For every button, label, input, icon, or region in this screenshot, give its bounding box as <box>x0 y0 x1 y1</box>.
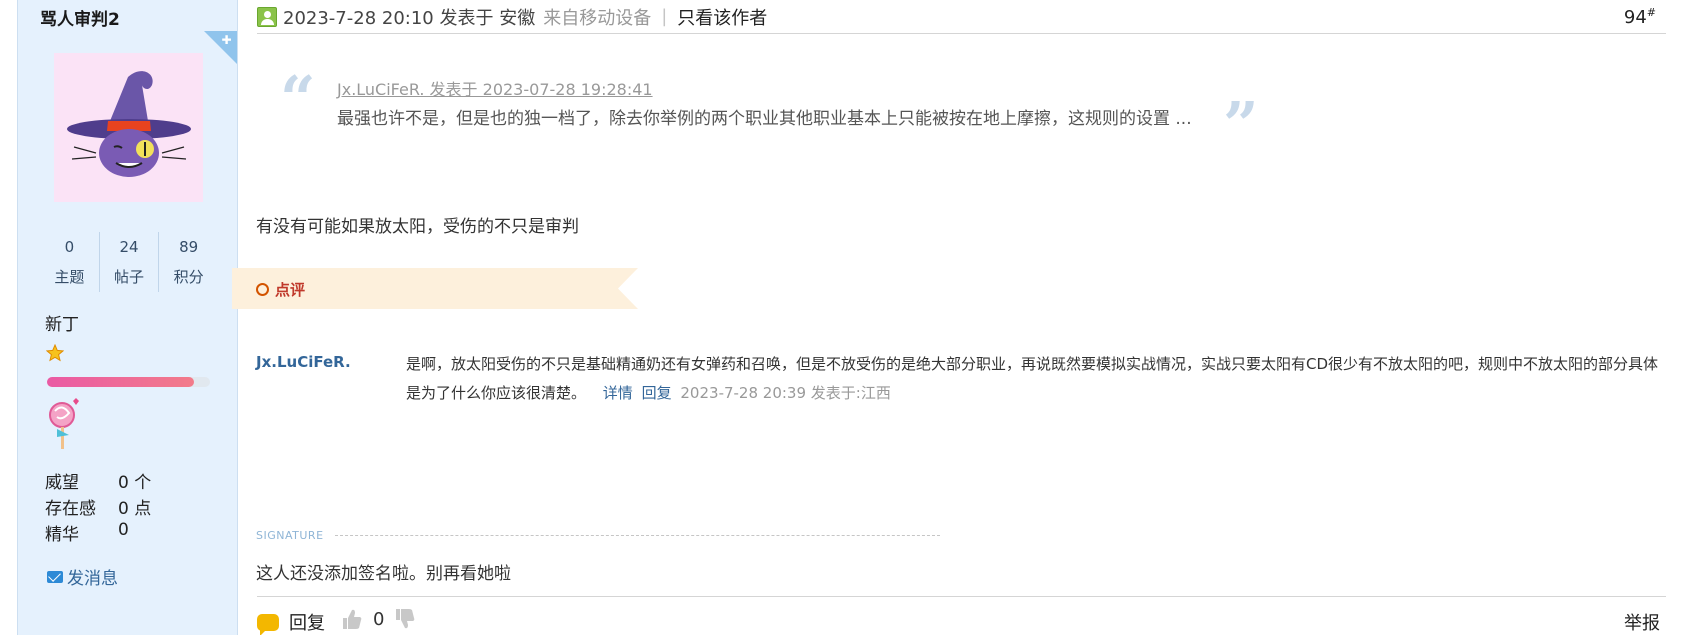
stat-points-value: 89 <box>179 238 199 256</box>
post-footer: 回复 0 举报 <box>257 596 1666 635</box>
thumb-up-icon[interactable] <box>341 607 363 631</box>
user-rank: 新丁 <box>45 315 79 335</box>
signature-divider <box>335 535 940 536</box>
author-sidebar: 骂人审判2 ✚ 0 主题 24 帖子 89 积分 新丁 威望 0 个 存在感 0… <box>17 0 238 635</box>
info-presence-label: 存在感 <box>45 499 96 519</box>
comment-detail-link[interactable]: 详情 <box>603 384 633 402</box>
signature-label: SIGNATURE <box>256 529 324 542</box>
quote-open-mark: “ <box>280 62 316 135</box>
thumb-down-icon[interactable] <box>394 607 416 631</box>
comment-ring-icon <box>256 283 269 296</box>
info-prestige: 威望 0 个 <box>45 468 151 493</box>
comment-user-link[interactable]: Jx.LuCiFeR. <box>256 353 351 371</box>
avatar[interactable] <box>54 53 203 202</box>
author-name[interactable]: 骂人审判2 <box>40 5 120 30</box>
stat-posts-value: 24 <box>119 238 139 256</box>
info-digest-label: 精华 <box>45 525 79 545</box>
lollipop-medal-icon[interactable] <box>45 397 83 452</box>
stat-topics[interactable]: 0 主题 <box>40 232 100 292</box>
author-stats: 0 主题 24 帖子 89 积分 <box>40 232 218 292</box>
signature-text: 这人还没添加签名啦。别再看她啦 <box>256 564 511 584</box>
stat-topics-value: 0 <box>64 238 75 256</box>
quote-text: 最强也许不是，但是也的独一档了，除去你举例的两个职业其他职业基本上只能被按在地上… <box>337 109 1192 129</box>
send-message-label: 发消息 <box>67 569 118 589</box>
quote-close-mark: ” <box>1223 88 1259 161</box>
info-prestige-label: 威望 <box>45 473 79 493</box>
info-digest: 精华 0 <box>45 520 129 545</box>
reply-bubble-icon <box>257 613 279 635</box>
only-author-link[interactable]: 只看该作者 <box>677 4 767 30</box>
comments-section-label: 点评 <box>256 279 305 300</box>
info-presence: 存在感 0 点 <box>45 494 151 519</box>
floor-number-value: 94 <box>1623 7 1647 28</box>
comments-ribbon: 点评 <box>232 268 638 309</box>
post-message: 有没有可能如果放太阳，受伤的不只是审判 <box>256 217 579 237</box>
info-prestige-value: 0 个 <box>118 473 152 493</box>
witch-cat-avatar-icon <box>67 71 191 177</box>
post-header: 2023-7-28 20:10 发表于 安徽 来自移动设备 | 只看该作者 94… <box>257 0 1666 34</box>
user-online-icon <box>257 6 277 27</box>
mail-icon <box>47 570 63 583</box>
comment-body: 是啊，放太阳受伤的不只是基础精通奶还有女弹药和召唤，但是不放受伤的是绝大部分职业… <box>406 350 1666 408</box>
post-source: 来自移动设备 <box>543 7 652 29</box>
post-time: 2023-7-28 20:10 发表于 安徽 <box>283 7 536 29</box>
info-presence-value: 0 点 <box>118 499 152 519</box>
send-message-link[interactable]: 发消息 <box>47 564 118 589</box>
stat-points[interactable]: 89 积分 <box>159 232 218 292</box>
quote-author-link[interactable]: Jx.LuCiFeR. 发表于 2023-07-28 19:28:41 <box>337 76 653 100</box>
floor-number[interactable]: 94# <box>1624 6 1656 28</box>
forum-post: 骂人审判2 ✚ 0 主题 24 帖子 89 积分 新丁 威望 0 个 存在感 0… <box>0 0 1693 635</box>
rank-progress-fill <box>47 377 194 387</box>
reply-label: 回复 <box>289 613 325 634</box>
info-digest-value: 0 <box>118 520 129 540</box>
rank-progress-bar <box>47 377 210 387</box>
stat-topics-label: 主题 <box>54 268 85 286</box>
comment-text: 是啊，放太阳受伤的不只是基础精通奶还有女弹药和召唤，但是不放受伤的是绝大部分职业… <box>406 355 1659 402</box>
floor-suffix: # <box>1646 6 1656 19</box>
report-link[interactable]: 举报 <box>1624 609 1660 635</box>
like-count: 0 <box>373 609 385 630</box>
comment-time: 2023-7-28 20:39 发表于:江西 <box>680 384 891 402</box>
stat-posts[interactable]: 24 帖子 <box>100 232 160 292</box>
rank-star-icon <box>46 344 64 362</box>
reply-button[interactable]: 回复 <box>257 609 325 635</box>
stat-posts-label: 帖子 <box>114 268 145 286</box>
comment-reply-link[interactable]: 回复 <box>642 384 672 402</box>
header-separator: | <box>661 6 668 27</box>
stat-points-label: 积分 <box>173 268 204 286</box>
comments-label-text: 点评 <box>275 281 306 299</box>
mobile-icon: ✚ <box>221 33 232 47</box>
